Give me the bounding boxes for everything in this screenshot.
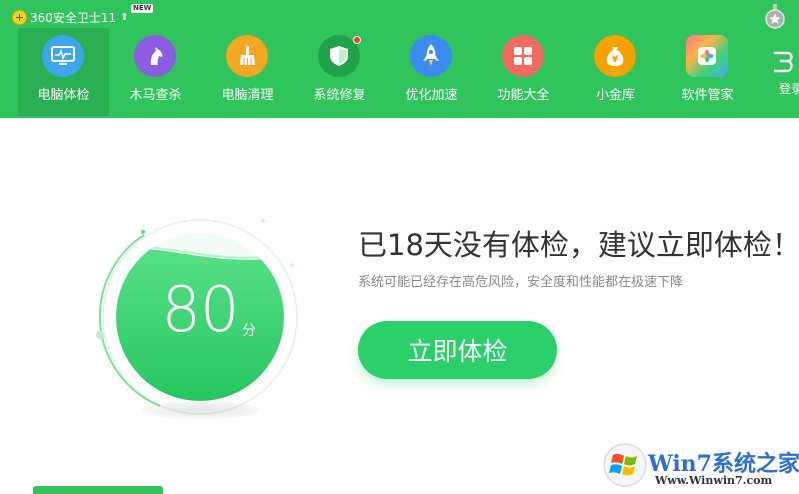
nav-item-cleanup[interactable]: 电脑清理 [202, 28, 293, 116]
nav-item-system-repair[interactable]: 系统修复 [294, 28, 385, 116]
score-value: 80 [161, 273, 240, 346]
site-watermark: Win7系统之家 Www.Winwin7.com [600, 440, 799, 490]
360-logo-icon [12, 9, 27, 25]
checkup-headline: 已18天没有体检，建议立即体检！ [358, 228, 799, 262]
start-checkup-button[interactable]: 立即体检 [358, 321, 557, 379]
nav-item-label: 优化加速 [405, 88, 458, 103]
nav-item-label: 木马查杀 [129, 88, 182, 103]
grid-icon [502, 35, 544, 77]
rocket-icon [410, 35, 452, 77]
upgrade-arrow-icon[interactable]: ⬆ [120, 12, 128, 23]
nav-item-label: 功能大全 [497, 88, 550, 103]
software-box-icon [686, 35, 728, 77]
shield-icon [318, 35, 361, 77]
app-title-area: 360安全卫士11 ⬆ [12, 9, 129, 25]
score-gauge: 80 分 [80, 205, 320, 435]
login-label[interactable]: 登录 [779, 80, 799, 97]
nav-item-label: 系统修复 [313, 88, 366, 103]
monitor-pulse-icon [42, 35, 84, 77]
broom-icon [226, 35, 268, 77]
nav-item-all-features[interactable]: 功能大全 [478, 28, 569, 116]
nav-item-label: 电脑体检 [37, 88, 90, 103]
money-bag-icon: ¥ [594, 35, 636, 77]
app-title: 360安全卫士11 [30, 10, 117, 25]
svg-text:¥: ¥ [612, 55, 619, 65]
nav-item-label: 小金库 [595, 88, 635, 103]
horse-icon [134, 35, 176, 77]
nav-item-speedup[interactable]: 优化加速 [386, 28, 477, 116]
notification-dot [353, 36, 361, 44]
nav-item-checkup[interactable]: 电脑体检 [18, 28, 109, 116]
nav-item-label: 电脑清理 [221, 88, 274, 103]
new-badge: NEW [131, 4, 154, 13]
nav-item-label: 软件管家 [681, 88, 734, 103]
checkup-subtext: 系统可能已经存在高危风险，安全度和性能都在极速下降 [358, 275, 684, 290]
watermark-url: Www.Winwin7.com [655, 474, 773, 487]
bottom-tag [33, 486, 163, 494]
score-unit: 分 [242, 323, 256, 339]
top-bar: 360安全卫士11 ⬆ NEW 电脑体检 木马查杀 电脑清理 系统修复 优化加速… [0, 0, 799, 118]
nav-item-vault[interactable]: ¥ 小金库 [570, 28, 661, 116]
medal-icon[interactable] [764, 4, 786, 30]
login-icon[interactable] [772, 50, 799, 74]
nav-item-software-manager[interactable]: 软件管家 [662, 28, 753, 116]
windows-logo-icon [603, 443, 647, 487]
nav-item-trojan-scan[interactable]: 木马查杀 [110, 28, 201, 116]
gauge-shadow [142, 401, 260, 419]
